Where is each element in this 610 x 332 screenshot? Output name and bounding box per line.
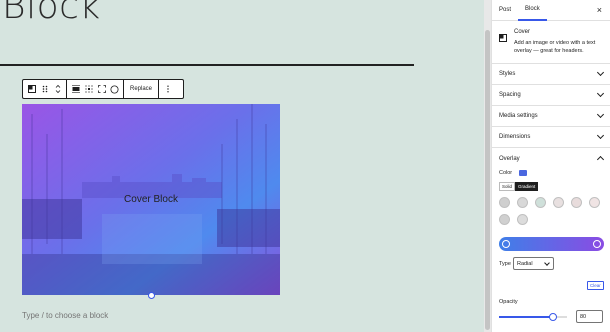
chevron-down-icon	[596, 68, 605, 77]
opacity-label: Opacity	[499, 299, 518, 305]
chevron-up-icon	[596, 155, 605, 164]
block-card-description: Add an image or video with a text overla…	[514, 40, 596, 54]
replace-button[interactable]: Replace	[126, 80, 156, 98]
circle-icon[interactable]	[108, 80, 121, 98]
chevron-down-icon	[596, 110, 605, 119]
sidebar-tabs: Post Block ×	[492, 0, 610, 21]
cover-block[interactable]: Cover Block	[22, 104, 280, 295]
toolbar-group-more	[159, 80, 176, 98]
block-card: Cover Add an image or video with a text …	[492, 21, 610, 64]
settings-sidebar: Post Block × Cover Add an image or video…	[491, 0, 610, 332]
inspector-panels: Styles Spacing Media settings Dimensions…	[492, 64, 610, 169]
toolbar-group-replace: Replace	[124, 80, 160, 98]
panel-styles[interactable]: Styles	[492, 64, 610, 85]
close-icon[interactable]: ×	[597, 5, 602, 15]
swatch[interactable]	[499, 197, 510, 208]
swatch[interactable]	[535, 197, 546, 208]
toolbar-group-align	[67, 80, 124, 98]
fullscreen-icon[interactable]	[95, 80, 108, 98]
cover-block-icon[interactable]	[25, 80, 38, 98]
overlay-color-label: Color	[499, 170, 513, 176]
grid-position-icon[interactable]	[82, 80, 95, 98]
toolbar-group-block	[23, 80, 67, 98]
editor-canvas: Block Replace Cover Block Type / to choo…	[0, 0, 484, 332]
separator-block[interactable]	[0, 64, 414, 66]
panel-media-settings[interactable]: Media settings	[492, 106, 610, 127]
overlay-type-tabs: Solid Gradient	[499, 182, 539, 191]
panel-media-settings-label: Media settings	[499, 113, 538, 119]
tab-gradient[interactable]: Gradient	[515, 182, 539, 191]
gradient-type-label: Type	[499, 261, 511, 267]
panel-dimensions-label: Dimensions	[499, 134, 531, 140]
editor-scrollbar[interactable]	[484, 0, 491, 332]
clear-button[interactable]: Clear	[587, 281, 604, 290]
chevron-down-icon	[544, 260, 550, 266]
panel-styles-label: Styles	[499, 71, 516, 77]
tab-post[interactable]: Post	[492, 0, 518, 21]
swatch[interactable]	[589, 197, 600, 208]
resize-handle[interactable]	[148, 292, 155, 299]
gradient-type-select[interactable]: Radial	[513, 257, 554, 270]
gradient-stop-start[interactable]	[502, 240, 510, 248]
panel-overlay-label: Overlay	[499, 155, 520, 162]
block-placeholder[interactable]: Type / to choose a block	[22, 311, 108, 320]
swatch[interactable]	[517, 197, 528, 208]
more-options-icon[interactable]	[161, 80, 174, 98]
gradient-stop-end[interactable]	[593, 240, 601, 248]
overlay-color-indicator[interactable]	[519, 170, 527, 176]
align-icon[interactable]	[69, 80, 82, 98]
cover-block-icon	[499, 29, 507, 47]
swatch[interactable]	[499, 214, 510, 225]
swatch[interactable]	[571, 197, 582, 208]
opacity-slider-fill	[499, 316, 554, 318]
tab-block[interactable]: Block	[518, 0, 547, 21]
panel-overlay[interactable]: Overlay	[492, 148, 610, 169]
tab-solid[interactable]: Solid	[499, 182, 516, 191]
page-title[interactable]: Block	[2, 0, 101, 27]
swatch[interactable]	[517, 214, 528, 225]
swatch[interactable]	[553, 197, 564, 208]
opacity-input[interactable]: 80	[576, 310, 603, 323]
drag-handle-icon[interactable]	[38, 80, 51, 98]
chevron-down-icon	[596, 131, 605, 140]
gradient-bar[interactable]	[499, 237, 604, 251]
block-card-title: Cover	[514, 29, 531, 35]
chevron-down-icon	[596, 89, 605, 98]
panel-spacing-label: Spacing	[499, 92, 521, 98]
panel-dimensions[interactable]: Dimensions	[492, 127, 610, 148]
scrollbar-thumb[interactable]	[485, 30, 490, 330]
block-toolbar: Replace	[22, 79, 184, 99]
opacity-slider-thumb[interactable]	[549, 313, 558, 321]
cover-title[interactable]: Cover Block	[22, 194, 280, 205]
opacity-slider[interactable]	[499, 313, 567, 321]
gradient-type-value: Radial	[517, 260, 533, 267]
panel-spacing[interactable]: Spacing	[492, 85, 610, 106]
move-up-down-icon[interactable]	[51, 80, 64, 98]
